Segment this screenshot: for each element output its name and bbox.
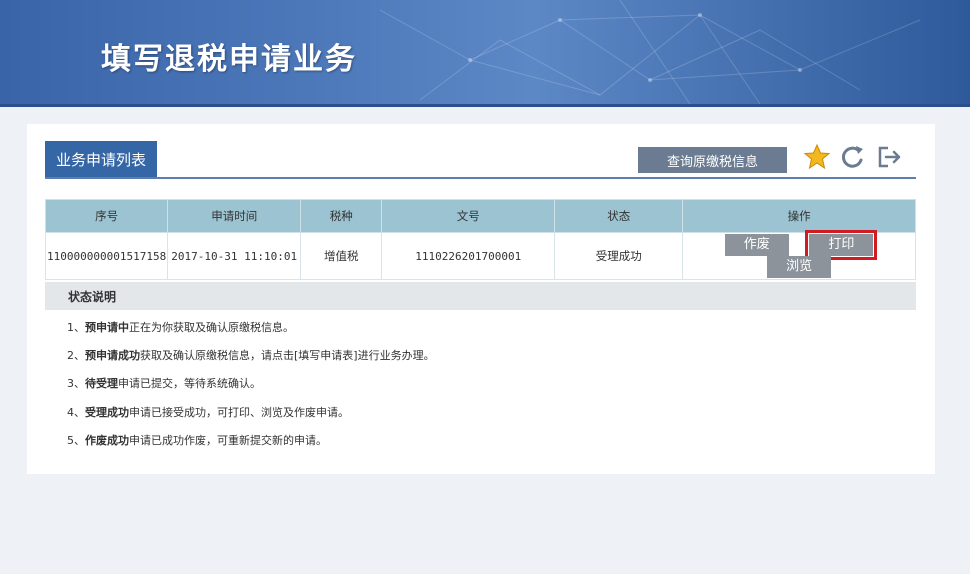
panel-tabbar: 业务申请列表 查询原缴税信息 [45,141,916,179]
print-button[interactable]: 打印 [805,230,878,260]
column-header-doc-no: 文号 [381,199,556,233]
table-header-row: 序号 申请时间 税种 文号 状态 操作 [44,199,916,233]
logout-icon[interactable] [874,141,904,173]
application-table: 序号 申请时间 税种 文号 状态 操作 110000000001517158 2… [44,199,916,280]
status-item-term: 预申请成功 [85,349,140,362]
column-header-actions: 操作 [682,199,916,233]
cell-tax: 增值税 [300,232,383,280]
column-header-status: 状态 [554,199,684,233]
status-help-item: 1、预申请中正在为你获取及确认原缴税信息。 [67,319,294,335]
status-help-item: 3、待受理申请已提交，等待系统确认。 [67,375,261,391]
status-help-item: 4、受理成功申请已接受成功，可打印、浏览及作废申请。 [67,404,349,420]
status-item-prefix: 4、 [67,406,85,419]
status-item-prefix: 2、 [67,349,85,362]
page-banner: 填写退税申请业务 [0,0,970,107]
column-header-tax: 税种 [300,199,383,233]
query-original-tax-button[interactable]: 查询原缴税信息 [638,147,787,173]
status-item-prefix: 3、 [67,377,85,390]
status-help-item: 2、预申请成功获取及确认原缴税信息，请点击[填写申请表]进行业务办理。 [67,347,435,363]
status-item-prefix: 5、 [67,434,85,447]
void-button[interactable]: 作废 [724,234,789,256]
status-item-prefix: 1、 [67,321,85,334]
column-header-time: 申请时间 [167,199,302,233]
browse-button[interactable]: 浏览 [767,256,832,278]
status-help-item: 5、作废成功申请已成功作废，可重新提交新的申请。 [67,432,327,448]
status-item-term: 受理成功 [85,406,129,419]
status-item-term: 作废成功 [85,434,129,447]
refresh-icon[interactable] [837,141,867,173]
cell-doc-no: 1110226201700001 [381,232,556,280]
status-item-desc: 申请已提交，等待系统确认。 [118,377,261,390]
status-item-term: 待受理 [85,377,118,390]
status-item-term: 预申请中 [85,321,129,334]
tab-application-list[interactable]: 业务申请列表 [45,141,157,177]
cell-status: 受理成功 [554,232,684,280]
table-row: 110000000001517158 2017-10-31 11:10:01 增… [44,230,916,280]
cell-actions: 作废 打印 浏览 [682,230,916,280]
status-item-desc: 正在为你获取及确认原缴税信息。 [129,321,294,334]
star-icon[interactable] [802,141,832,173]
status-item-desc: 获取及确认原缴税信息，请点击[填写申请表]进行业务办理。 [140,349,435,362]
status-item-desc: 申请已成功作废，可重新提交新的申请。 [129,434,327,447]
column-header-seq: 序号 [44,199,169,233]
cell-time: 2017-10-31 11:10:01 [167,232,302,280]
page-title: 填写退税申请业务 [101,42,357,77]
main-panel: 业务申请列表 查询原缴税信息 序号 申请时间 税种 文号 状态 操作 11000… [27,124,935,474]
status-help-title: 状态说明 [45,282,916,310]
status-item-desc: 申请已接受成功，可打印、浏览及作废申请。 [129,406,349,419]
cell-seq: 110000000001517158 [44,232,169,280]
